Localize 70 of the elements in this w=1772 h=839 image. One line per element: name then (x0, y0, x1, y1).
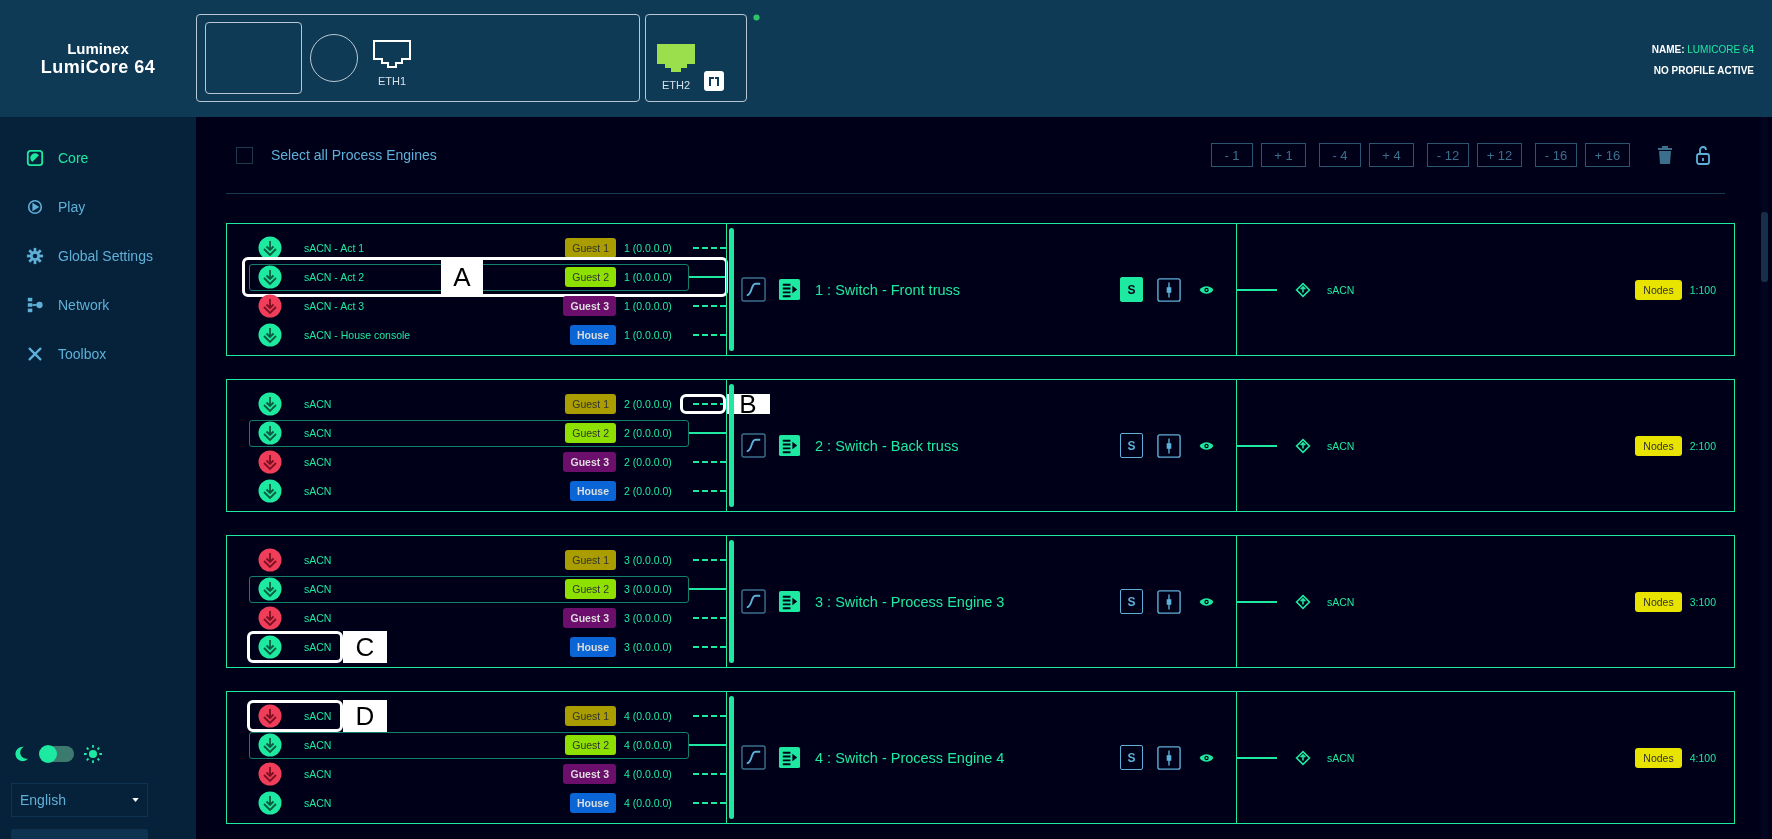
universe-tag: House (569, 637, 616, 657)
input-address: 2 (0.0.0.0) (624, 456, 673, 468)
universe-tag: Guest 1 (565, 238, 616, 258)
universe-tag: Guest 3 (563, 764, 616, 784)
universe-tag: Guest 2 (565, 267, 616, 287)
universe-tag: Guest 3 (563, 452, 616, 472)
input-name: sACN (304, 768, 332, 780)
input-name: sACN - Act 2 (304, 271, 365, 283)
universe-tag: Guest 1 (565, 706, 616, 726)
input-address: 1 (0.0.0.0) (624, 300, 673, 312)
callout-label: A (441, 257, 483, 297)
universe-tag: Guest 1 (565, 550, 616, 570)
universe-tag: Guest 3 (563, 608, 616, 628)
engine-title: 3 : Switch - Process Engine 3 (815, 593, 1005, 610)
universe-tag: House (569, 481, 616, 501)
input-address: 3 (0.0.0.0) (624, 612, 673, 624)
universe-tag: Guest 1 (565, 394, 616, 414)
input-address: 2 (0.0.0.0) (624, 485, 673, 497)
brand-name: Luminex (67, 39, 129, 57)
profile-status: NO PROFILE ACTIVE (1653, 65, 1754, 76)
input-name: sACN - Act 1 (304, 242, 365, 254)
input-address: 4 (0.0.0.0) (624, 797, 673, 809)
input-name: sACN (304, 641, 332, 653)
input-name: sACN (304, 485, 332, 497)
input-address: 3 (0.0.0.0) (624, 641, 673, 653)
universe-tag: Guest 2 (565, 735, 616, 755)
input-address: 1 (0.0.0.0) (624, 242, 673, 254)
output-address: 2:100 (1689, 439, 1716, 452)
callout-label: D (343, 700, 387, 732)
input-name: sACN (304, 427, 332, 439)
input-address: 1 (0.0.0.0) (624, 329, 673, 341)
input-name: sACN (304, 583, 332, 595)
input-address: 3 (0.0.0.0) (624, 554, 673, 566)
input-name: sACN (304, 797, 332, 809)
output-protocol: sACN (1327, 751, 1355, 764)
input-name: sACN (304, 710, 332, 722)
input-address: 3 (0.0.0.0) (624, 583, 673, 595)
callout-label: C (343, 631, 387, 663)
engine-title: 1 : Switch - Front truss (815, 281, 961, 298)
input-address: 4 (0.0.0.0) (624, 710, 673, 722)
input-address: 2 (0.0.0.0) (624, 398, 673, 410)
output-protocol: sACN (1327, 439, 1355, 452)
output-protocol: sACN (1327, 283, 1355, 296)
input-name: sACN (304, 739, 332, 751)
universe-tag: House (569, 325, 616, 345)
input-name: sACN - House console (304, 329, 411, 341)
input-name: sACN (304, 398, 332, 410)
input-address: 1 (0.0.0.0) (624, 271, 673, 283)
universe-tag: Guest 2 (565, 579, 616, 599)
device-name: NAME: LUMICORE 64 (1651, 44, 1754, 55)
input-name: sACN - Act 3 (304, 300, 365, 312)
engine-title: 4 : Switch - Process Engine 4 (815, 749, 1005, 766)
engine-title: 2 : Switch - Back truss (815, 437, 959, 454)
output-address: 4:100 (1689, 751, 1716, 764)
output-address: 3:100 (1689, 595, 1716, 608)
port-label: ETH1 (377, 75, 407, 87)
port-label: ETH2 (661, 79, 691, 91)
universe-tag: Guest 2 (565, 423, 616, 443)
input-address: 4 (0.0.0.0) (624, 739, 673, 751)
input-name: sACN (304, 612, 332, 624)
universe-tag: House (569, 793, 616, 813)
select-all-label: Select all Process Engines (271, 147, 437, 163)
product-name: LumiCore 64 (40, 56, 156, 78)
output-address: 1:100 (1689, 283, 1716, 296)
input-name: sACN (304, 554, 332, 566)
input-name: sACN (304, 456, 332, 468)
universe-tag: Guest 3 (563, 296, 616, 316)
input-address: 4 (0.0.0.0) (624, 768, 673, 780)
input-address: 2 (0.0.0.0) (624, 427, 673, 439)
output-protocol: sACN (1327, 595, 1355, 608)
